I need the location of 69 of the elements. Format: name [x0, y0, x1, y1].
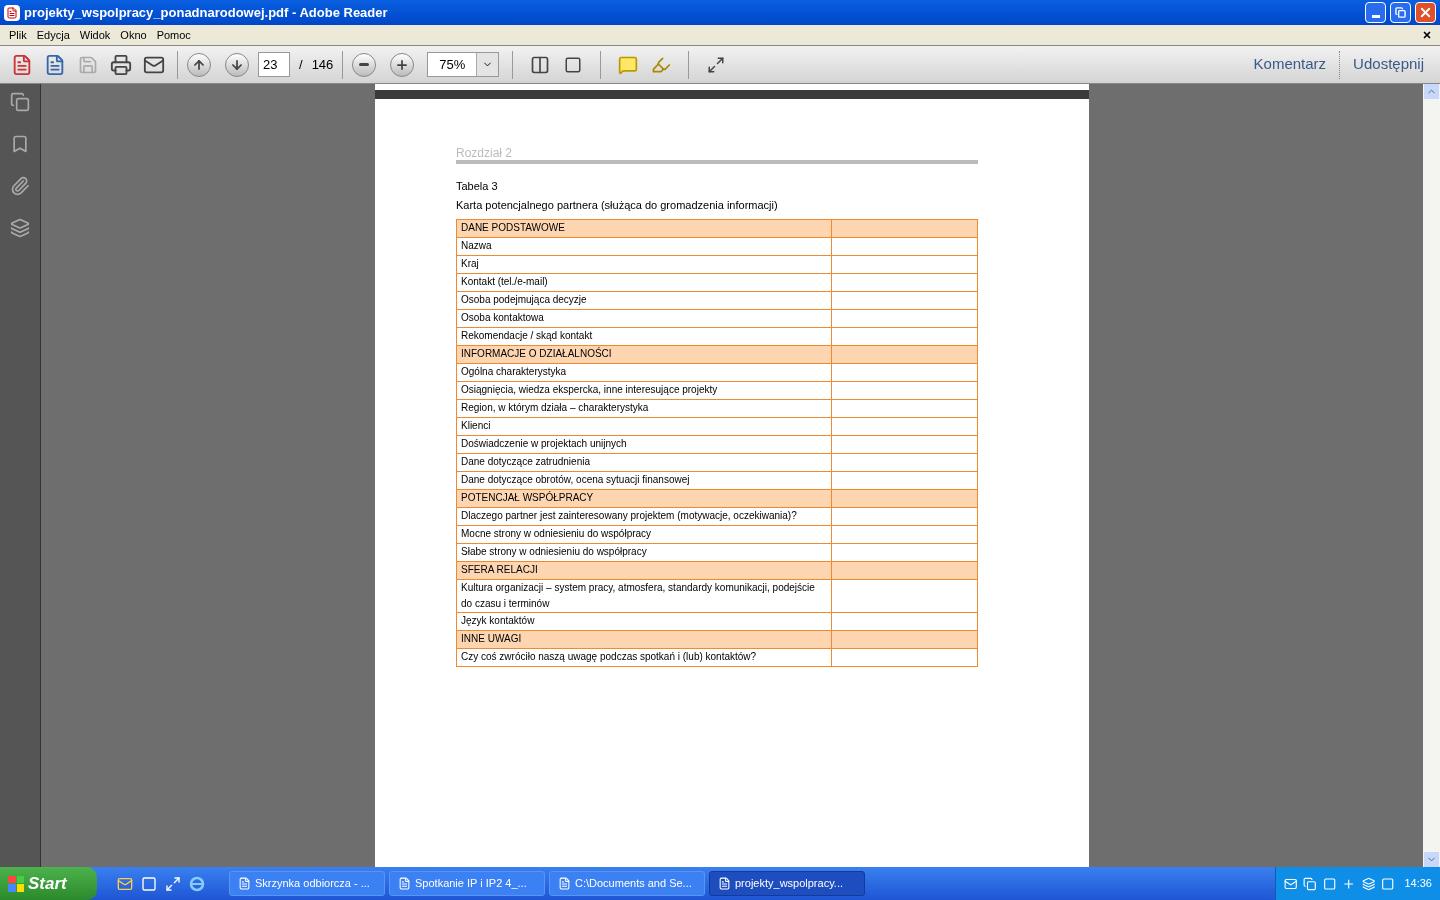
window-title: projekty_wspolpracy_ponadnarodowej.pdf - Adobe Reader	[24, 3, 389, 22]
zoom-out-button[interactable]	[352, 52, 377, 77]
menu-item[interactable]: Edycja	[31, 26, 75, 44]
table-cell: Język kontaktów	[457, 613, 832, 630]
taskbar-button[interactable]: projekty_wspolpracy...	[709, 871, 865, 896]
section-header-cell: INNE UWAGI	[457, 631, 832, 648]
table-cell: Nazwa	[457, 238, 832, 255]
pdf-icon	[4, 4, 20, 21]
table-cell: Kontakt (tel./e-mail)	[457, 274, 832, 291]
table-cell: Kultura organizacji – system pracy, atmosfera, standardy komunikacji, podejście do czasu i terminów	[457, 580, 832, 612]
plus-icon	[395, 57, 410, 72]
page-separator: /	[298, 55, 304, 74]
table-cell: Kraj	[457, 256, 832, 273]
table-cell: Rekomendacje / skąd kontakt	[457, 328, 832, 345]
zoom-in-button[interactable]	[390, 52, 415, 77]
zoom-field[interactable]: 75%	[427, 52, 500, 77]
menu-item[interactable]: Okno	[115, 26, 152, 44]
table-cell: Słabe strony w odniesieniu do współpracy	[457, 544, 832, 561]
table-cell: Doświadczenie w projektach unijnych	[457, 436, 832, 453]
close-icon[interactable]	[1422, 30, 1432, 40]
menu-item[interactable]: Widok	[74, 26, 116, 44]
windows-logo-icon	[8, 875, 24, 892]
section-header-cell: SFERA RELACJI	[457, 562, 832, 579]
paperclip-icon[interactable]	[10, 176, 30, 196]
document-icon	[238, 877, 251, 890]
section-header-cell: DANE PODSTAWOWE	[457, 220, 832, 237]
page-field[interactable]: 23	[258, 52, 290, 77]
layers-icon[interactable]	[10, 218, 30, 238]
close-button[interactable]	[1415, 2, 1436, 23]
pages-icon[interactable]	[10, 92, 30, 112]
section-header-cell: INFORMACJE O DZIAŁALNOŚCI	[457, 346, 832, 363]
tray-icon[interactable]	[1381, 876, 1395, 891]
section-header-cell: POTENCJAŁ WSPÓŁPRACY	[457, 490, 832, 507]
menu-item[interactable]: Plik	[4, 26, 32, 44]
table-cell: Osoba podejmująca decyzje	[457, 292, 832, 309]
table-label: Tabela 3	[456, 179, 499, 194]
taskbar-button[interactable]: C:\Documents and Se...	[549, 871, 705, 896]
minimize-button[interactable]	[1365, 2, 1386, 23]
table-title: Karta potencjalnego partnera (służąca do gromadzenia informacji)	[456, 197, 779, 213]
table-cell: Klienci	[457, 418, 832, 435]
table-cell: Osoba kontaktowa	[457, 310, 832, 327]
restore-button[interactable]	[1390, 2, 1411, 23]
document-icon	[558, 877, 571, 890]
mail-icon[interactable]	[117, 875, 133, 892]
table-cell: Czy coś zwróciło naszą uwagę podczas spotkań i (lub) kontaktów?	[457, 649, 832, 666]
table-cell: Mocne strony w odniesieniu do współpracy	[457, 526, 832, 543]
comment-link[interactable]: Komentarz	[1245, 53, 1335, 76]
table-cell: Ogólna charakterystyka	[457, 364, 832, 381]
taskbar-button[interactable]: Spotkanie IP i IP2 4_...	[389, 871, 545, 896]
caret-icon[interactable]	[476, 53, 499, 76]
page-count: 146	[311, 55, 334, 74]
table-cell: Region, w którym działa – charakterystyka	[457, 400, 832, 417]
close-icon	[1418, 5, 1433, 20]
restore-icon	[1395, 7, 1406, 18]
menu-item[interactable]: Pomoc	[151, 26, 196, 44]
table-cell: Dlaczego partner jest zainteresowany projektem (motywacje, oczekiwania)?	[457, 508, 832, 525]
clock: 14:36	[1404, 876, 1432, 892]
document-icon	[398, 877, 411, 890]
taskbar-button[interactable]: Skrzynka odbiorcza - ...	[229, 871, 385, 896]
minus-icon	[359, 63, 370, 66]
previous-page-button[interactable]	[187, 52, 211, 77]
table-cell: Dane dotyczące obrotów, ocena sytuacji finansowej	[457, 472, 832, 489]
chapter-heading: Rozdział 2	[456, 146, 978, 164]
table-cell: Osiągnięcia, wiedza ekspercka, inne interesujące projekty	[457, 382, 832, 399]
bookmark-icon[interactable]	[10, 134, 30, 154]
table-cell: Dane dotyczące zatrudnienia	[457, 454, 832, 471]
document-icon	[718, 877, 731, 890]
share-link[interactable]: Udostępnij	[1345, 53, 1432, 76]
next-page-button[interactable]	[225, 52, 249, 77]
